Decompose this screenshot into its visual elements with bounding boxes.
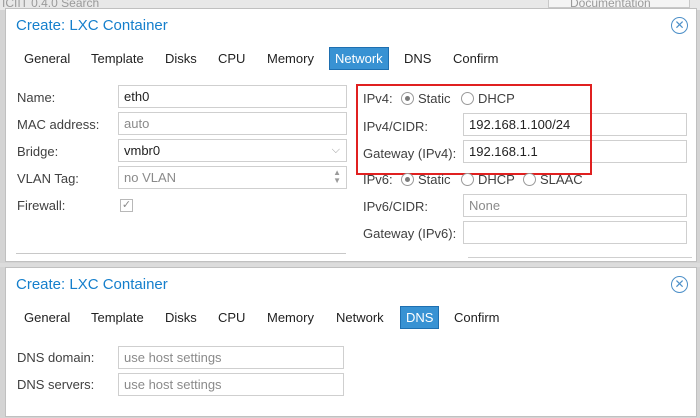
tab-cpu[interactable]: CPU xyxy=(218,307,245,329)
gateway-ipv6-label: Gateway (IPv6): xyxy=(363,226,457,241)
tab-confirm[interactable]: Confirm xyxy=(454,307,500,329)
tab-disks[interactable]: Disks xyxy=(165,307,197,329)
dns-servers-input[interactable]: use host settings xyxy=(118,373,344,396)
firewall-label: Firewall: xyxy=(17,198,66,213)
tab-cpu[interactable]: CPU xyxy=(218,48,245,70)
ipv6-cidr-input[interactable]: None xyxy=(463,194,687,217)
name-input[interactable]: eth0 xyxy=(118,85,347,108)
vlan-tag-input[interactable]: no VLAN ▲ ▼ xyxy=(118,166,347,189)
left-divider xyxy=(16,253,346,254)
ipv6-label: IPv6: xyxy=(363,172,393,187)
create-lxc-window-network: Create: LXC Container ✕ General Template… xyxy=(5,8,697,262)
firewall-checkbox[interactable]: ✓ xyxy=(120,199,133,212)
dns-servers-label: DNS servers: xyxy=(17,377,95,392)
ipv6-dhcp-label: DHCP xyxy=(478,172,515,187)
tab-template[interactable]: Template xyxy=(91,307,144,329)
ipv6-static-radio[interactable] xyxy=(401,173,414,186)
ipv4-highlight-box xyxy=(356,84,592,175)
mac-address-label: MAC address: xyxy=(17,117,100,132)
dns-domain-label: DNS domain: xyxy=(17,350,95,365)
bridge-select-value: vmbr0 xyxy=(124,143,161,158)
window-title: Create: LXC Container xyxy=(16,17,168,34)
window-title: Create: LXC Container xyxy=(16,276,168,293)
dns-domain-input[interactable]: use host settings xyxy=(118,346,344,369)
ipv6-dhcp-radio[interactable] xyxy=(461,173,474,186)
bridge-select[interactable]: vmbr0 ⌵ xyxy=(118,139,347,162)
tab-network[interactable]: Network xyxy=(329,47,389,70)
ipv6-slaac-radio[interactable] xyxy=(523,173,536,186)
tab-disks[interactable]: Disks xyxy=(165,48,197,70)
chevron-down-icon[interactable]: ⌵ xyxy=(332,140,340,161)
tab-bar: General Template Disks CPU Memory Networ… xyxy=(6,306,696,330)
checkmark-icon: ✓ xyxy=(121,199,132,211)
tab-dns[interactable]: DNS xyxy=(404,48,431,70)
name-label: Name: xyxy=(17,90,56,105)
tab-network[interactable]: Network xyxy=(336,307,384,329)
tab-dns[interactable]: DNS xyxy=(400,306,440,329)
close-icon[interactable]: ✕ xyxy=(671,276,688,293)
tab-bar: General Template Disks CPU Memory Networ… xyxy=(6,47,696,71)
ipv6-slaac-label: SLAAC xyxy=(540,172,583,187)
window-titlebar: Create: LXC Container ✕ xyxy=(6,268,696,302)
ipv6-cidr-label: IPv6/CIDR: xyxy=(363,199,429,214)
mac-address-input[interactable]: auto xyxy=(118,112,347,135)
right-field-edge xyxy=(468,257,692,258)
vlan-tag-placeholder: no VLAN xyxy=(124,170,177,185)
tab-template[interactable]: Template xyxy=(91,48,144,70)
tab-general[interactable]: General xyxy=(24,307,70,329)
create-lxc-window-dns: Create: LXC Container ✕ General Template… xyxy=(5,267,697,417)
tab-confirm[interactable]: Confirm xyxy=(453,48,499,70)
tab-general[interactable]: General xyxy=(24,48,70,70)
gateway-ipv6-input[interactable] xyxy=(463,221,687,244)
tab-memory[interactable]: Memory xyxy=(267,48,314,70)
spinner-arrows-icon[interactable]: ▲ ▼ xyxy=(333,169,341,185)
bridge-label: Bridge: xyxy=(17,144,59,159)
tab-memory[interactable]: Memory xyxy=(267,307,314,329)
close-icon[interactable]: ✕ xyxy=(671,17,688,34)
vlan-tag-label: VLAN Tag: xyxy=(17,171,79,186)
ipv6-static-label: Static xyxy=(418,172,451,187)
window-titlebar: Create: LXC Container ✕ xyxy=(6,9,696,43)
